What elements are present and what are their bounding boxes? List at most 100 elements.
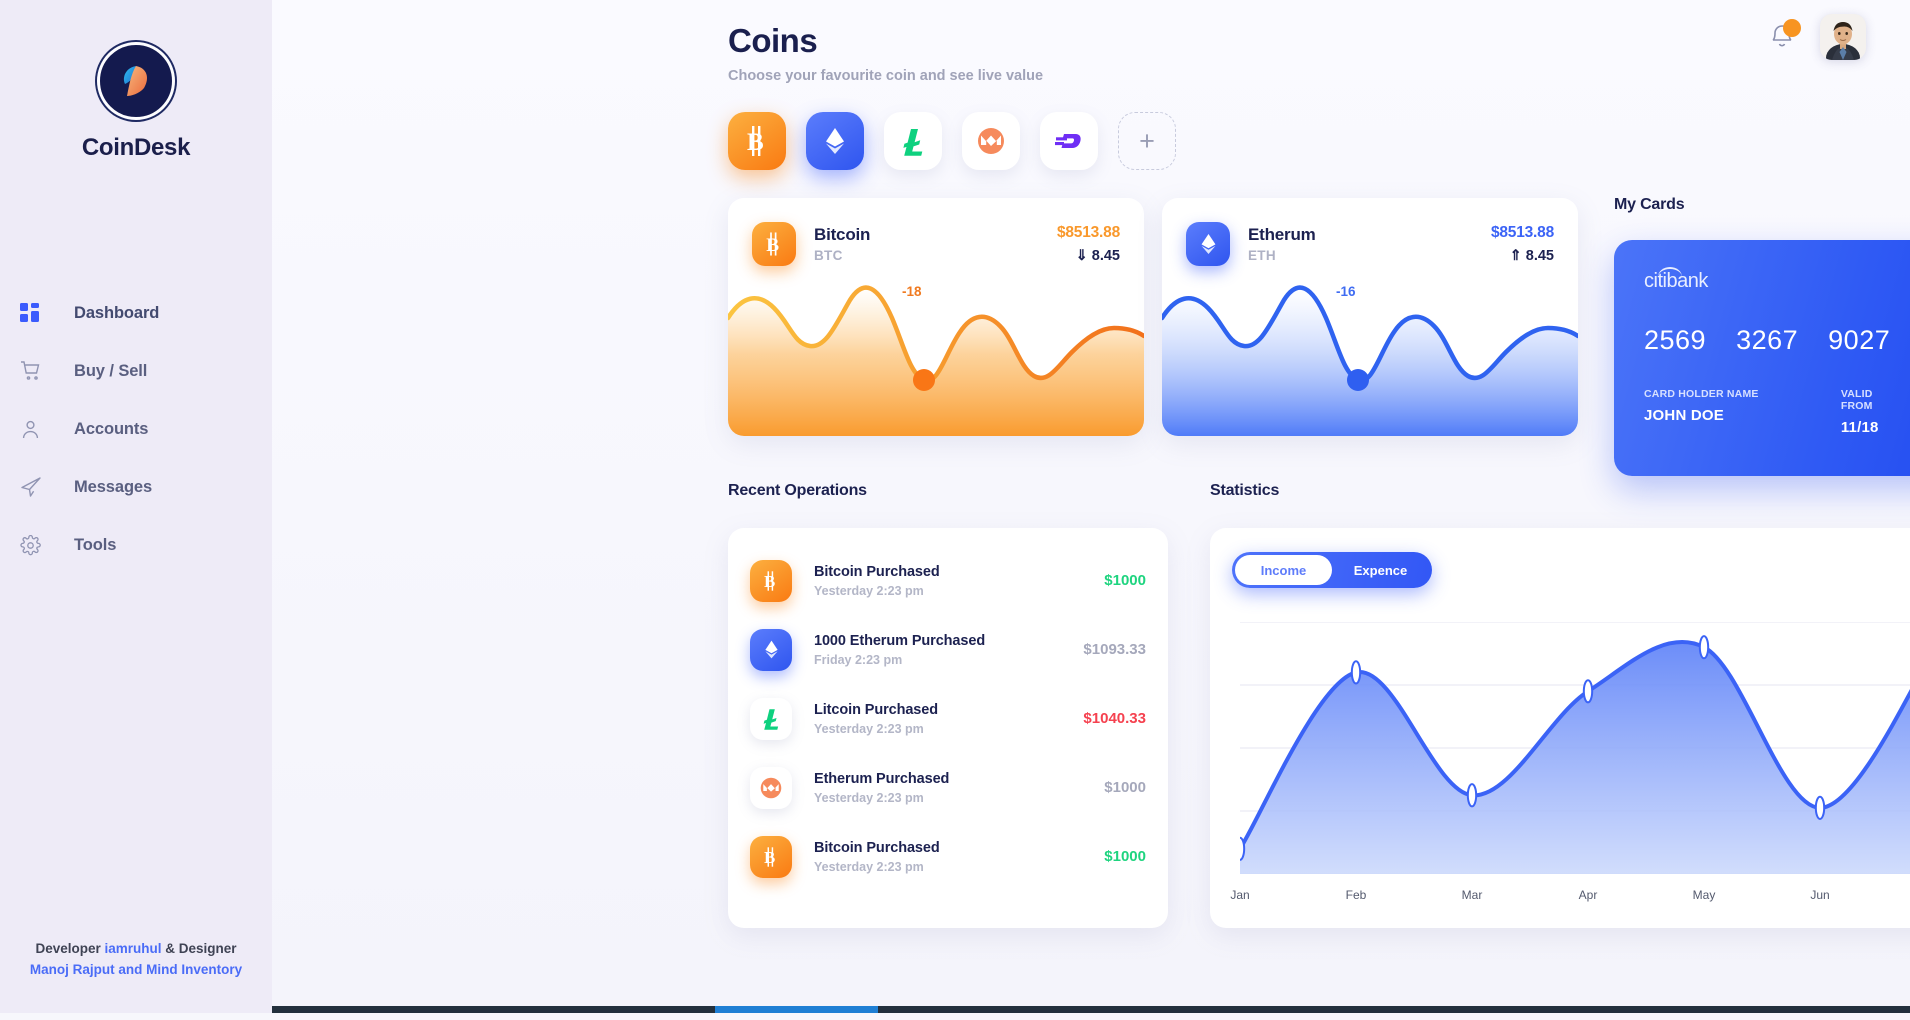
lower-section: Recent Operations B Bitcoin Purchased Ye…: [272, 482, 1910, 928]
chart-x-tick: Jun: [1810, 888, 1830, 902]
coin-tab-monero[interactable]: [962, 112, 1020, 170]
sidebar: CoinDesk Dashboard Buy / Sell Accounts M…: [0, 0, 272, 1013]
chart-point[interactable]: [1816, 797, 1824, 819]
coin-card-names: Etherum ETH: [1248, 225, 1316, 263]
operation-title: Bitcoin Purchased: [814, 563, 940, 580]
list-item-text: Etherum Purchased Yesterday 2:23 pm: [814, 771, 949, 805]
chart-x-tick: Mar: [1461, 888, 1483, 902]
chart-point[interactable]: [1700, 636, 1708, 658]
sidebar-item-label: Dashboard: [74, 303, 160, 322]
statistics-title: Statistics: [1210, 482, 1280, 499]
my-cards-title: My Cards: [1614, 196, 1685, 213]
leaf-logo-icon: [97, 42, 175, 120]
chart-x-tick: Apr: [1578, 888, 1598, 902]
operation-amount: $1040.33: [1083, 710, 1146, 727]
list-item-text: Bitcoin Purchased Yesterday 2:23 pm: [814, 564, 940, 598]
sidebar-item-messages[interactable]: Messages: [0, 458, 272, 516]
chart-point[interactable]: [1240, 838, 1244, 860]
bank-card-top: citibank VISA: [1644, 267, 1910, 295]
coin-tab-litecoin[interactable]: [884, 112, 942, 170]
down-arrow-icon: ⇓: [1075, 248, 1088, 264]
coin-tab-dash[interactable]: [1040, 112, 1098, 170]
coin-card-header: B Bitcoin BTC $8513.88 ⇓ 8.45: [728, 198, 1144, 266]
sidebar-item-tools[interactable]: Tools: [0, 516, 272, 574]
tab-income[interactable]: Income: [1235, 555, 1332, 585]
coin-card-prices: $8513.88 ⇓ 8.45: [1057, 224, 1120, 264]
chart-point[interactable]: [1468, 784, 1476, 806]
sidebar-item-accounts[interactable]: Accounts: [0, 400, 272, 458]
bitcoin-icon: B: [752, 222, 796, 266]
chart-x-tick: Jan: [1230, 888, 1250, 902]
card-number-group: 3267: [1736, 325, 1799, 355]
coin-delta-value: 8.45: [1525, 248, 1554, 264]
brand-name: CoinDesk: [81, 134, 191, 161]
coin-card-etherum[interactable]: Etherum ETH $8513.88 ⇑ 8.45 -16: [1162, 198, 1578, 436]
sidebar-item-label: Accounts: [74, 419, 149, 438]
horizontal-scrollbar[interactable]: [272, 1006, 1910, 1013]
citi-arc-icon: [1658, 267, 1682, 277]
list-item-text: Bitcoin Purchased Yesterday 2:23 pm: [814, 840, 940, 874]
topbar: [1768, 14, 1866, 60]
card-number-group: 2569: [1644, 325, 1707, 355]
operation-title: 1000 Etherum Purchased: [814, 632, 986, 649]
up-arrow-icon: ⇑: [1509, 248, 1522, 264]
recent-operations-section: Recent Operations B Bitcoin Purchased Ye…: [728, 482, 1168, 928]
etherum-sparkline: [1162, 285, 1578, 436]
operation-time: Yesterday 2:23 pm: [814, 859, 924, 874]
credit-link-developer[interactable]: iamruhul: [104, 941, 161, 956]
page-title: Coins: [728, 22, 818, 59]
coin-delta-value: 8.45: [1091, 248, 1120, 264]
paper-plane-icon: [20, 474, 50, 500]
coin-card-header: Etherum ETH $8513.88 ⇑ 8.45: [1162, 198, 1578, 266]
coin-tab-ethereum[interactable]: [806, 112, 864, 170]
bell-icon[interactable]: [1768, 19, 1801, 53]
list-item[interactable]: Etherum Purchased Yesterday 2:23 pm $100…: [750, 753, 1146, 822]
list-item[interactable]: B Bitcoin Purchased Yesterday 2:23 pm $1…: [750, 546, 1146, 615]
area-chart: [1240, 622, 1910, 874]
list-item[interactable]: 1000 Etherum Purchased Friday 2:23 pm $1…: [750, 615, 1146, 684]
coin-price: $8513.88: [1490, 224, 1554, 241]
bitcoin-sparkline: [728, 285, 1144, 436]
ethereum-icon: [750, 628, 792, 671]
card-number-group: 9027: [1828, 325, 1891, 355]
litecoin-icon: [750, 697, 792, 740]
coin-tab-bitcoin[interactable]: B: [728, 112, 786, 170]
sidebar-item-label: Buy / Sell: [74, 361, 148, 380]
list-item[interactable]: B Bitcoin Purchased Yesterday 2:23 pm $1…: [750, 822, 1146, 891]
scrollbar-thumb[interactable]: [715, 1006, 878, 1013]
add-coin-button[interactable]: +: [1118, 112, 1176, 170]
operation-amount: $1000: [1104, 848, 1146, 865]
coin-delta: ⇓ 8.45: [1057, 248, 1120, 264]
operation-time: Friday 2:23 pm: [814, 652, 903, 667]
operation-amount: $1000: [1104, 779, 1146, 796]
avatar[interactable]: [1820, 14, 1866, 60]
operation-title: Etherum Purchased: [814, 770, 950, 787]
recent-operations-title: Recent Operations: [728, 482, 867, 499]
grid-icon: [20, 300, 50, 326]
chart-point[interactable]: [1584, 680, 1592, 702]
credit-link-designer[interactable]: Manoj Rajput and Mind Inventory: [0, 960, 272, 981]
bitcoin-icon: B: [750, 835, 792, 878]
chart-x-tick: Feb: [1345, 888, 1367, 902]
coin-name: Bitcoin: [814, 225, 871, 244]
tab-expence[interactable]: Expence: [1332, 555, 1429, 585]
svg-text:B: B: [747, 129, 764, 156]
chart-x-tick: May: [1692, 888, 1716, 902]
chart-plot: [1240, 622, 1910, 874]
sparkline-point-label: -16: [1336, 284, 1356, 299]
card-number: 2569 3267 9027 7302: [1644, 325, 1910, 356]
list-item[interactable]: Litcoin Purchased Yesterday 2:23 pm $104…: [750, 684, 1146, 753]
svg-text:B: B: [764, 572, 775, 591]
sparkline-point-label: -18: [902, 284, 922, 299]
operation-title: Bitcoin Purchased: [814, 839, 940, 856]
chart-point[interactable]: [1352, 661, 1360, 683]
operation-time: Yesterday 2:23 pm: [814, 583, 924, 598]
chart-x-axis: JanFebMarAprMayJunJul: [1230, 888, 1910, 908]
bank-card[interactable]: citibank VISA 2569 3267 9027 7302 CARD: [1614, 240, 1910, 476]
sidebar-item-dashboard[interactable]: Dashboard: [0, 284, 272, 342]
list-item-text: Litcoin Purchased Yesterday 2:23 pm: [814, 702, 938, 736]
sidebar-item-buy-sell[interactable]: Buy / Sell: [0, 342, 272, 400]
recent-operations-list: B Bitcoin Purchased Yesterday 2:23 pm $1…: [728, 528, 1168, 928]
page-subtitle: Choose your favourite coin and see live …: [728, 68, 1044, 84]
coin-card-bitcoin[interactable]: B Bitcoin BTC $8513.88 ⇓ 8.45 -18: [728, 198, 1144, 436]
